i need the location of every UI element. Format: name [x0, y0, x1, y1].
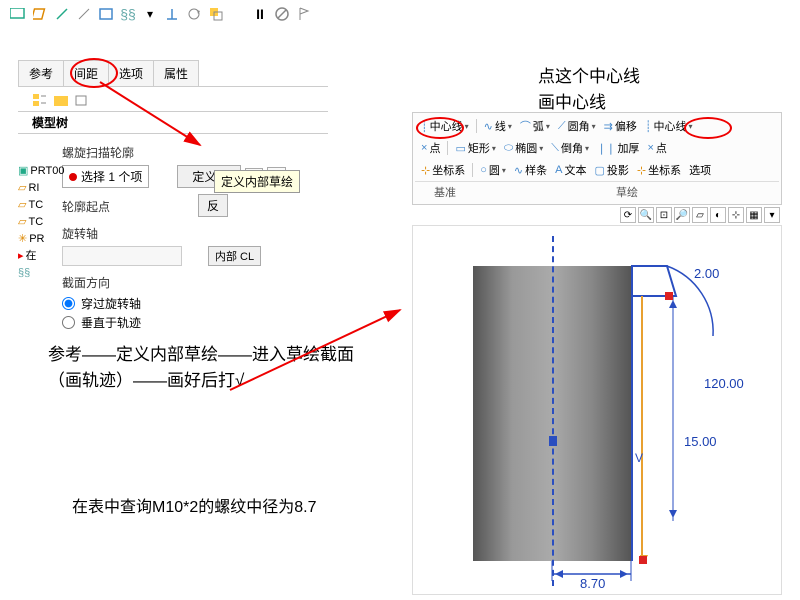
- view-toolbar: ⟳ 🔍 ⊡ 🔎 ▱ ◐ ⊹ ▦ ▾: [412, 205, 782, 225]
- perp-icon[interactable]: [162, 4, 182, 24]
- ribbon-group-sketch: 草绘: [475, 182, 779, 202]
- rb-centerline[interactable]: ┊ 中心线 ▾: [419, 117, 471, 135]
- red-dot-icon: [69, 173, 77, 181]
- line-icon[interactable]: [74, 4, 94, 24]
- rb-coord[interactable]: ⊹ 坐标系: [419, 161, 467, 179]
- tree-prt[interactable]: ▣ PRT00: [18, 163, 64, 180]
- axis-input[interactable]: [62, 246, 182, 266]
- rb-offset[interactable]: ⇉ 偏移: [602, 117, 639, 135]
- mini-cube-icon[interactable]: [74, 93, 92, 109]
- centerline-axis: [552, 236, 554, 586]
- sketch-canvas[interactable]: ▼ V 2.00 120.00 15.00 8.70: [412, 225, 782, 595]
- spiral-icon[interactable]: §§: [118, 4, 138, 24]
- annotation-top-right: 点这个中心线 画中心线: [538, 64, 640, 115]
- flag-icon[interactable]: [294, 4, 314, 24]
- sketch-icon[interactable]: [52, 4, 72, 24]
- handle-mid: [549, 436, 557, 446]
- top-toolbar: §§ ▾ II: [0, 0, 800, 28]
- right-panel: ┊ 中心线 ▾ ∿ 线 ▾ ⌒ 弧 ▾ ⟋ 圆角 ▾ ⇉ 偏移 ┊ 中心线 ▾ …: [412, 112, 782, 595]
- tab-spacing[interactable]: 间距: [63, 60, 109, 86]
- vt-zoom-in-icon[interactable]: 🔍: [638, 207, 654, 223]
- endpoint-2: [639, 556, 647, 564]
- ribbon-group-datum: 基准: [415, 182, 475, 202]
- rb-spline[interactable]: ∿ 样条: [512, 161, 549, 179]
- rb-arc[interactable]: ⌒ 弧 ▾: [518, 117, 552, 135]
- sketch-ribbon: ┊ 中心线 ▾ ∿ 线 ▾ ⌒ 弧 ▾ ⟋ 圆角 ▾ ⇉ 偏移 ┊ 中心线 ▾ …: [412, 112, 782, 205]
- radio-through-axis[interactable]: 穿过旋转轴: [62, 295, 328, 312]
- endpoint-1: [665, 292, 673, 300]
- mini-icon-bar: [18, 87, 328, 111]
- mini-folder-icon[interactable]: [53, 93, 71, 109]
- vt-axis-icon[interactable]: ⊹: [728, 207, 744, 223]
- rb-fillet[interactable]: ⟋ 圆角 ▾: [556, 117, 598, 135]
- dd-icon[interactable]: ▾: [140, 4, 160, 24]
- tooltip-define-sketch: 定义内部草绘: [214, 170, 300, 193]
- vt-zoom-fit-icon[interactable]: ⊡: [656, 207, 672, 223]
- rb-options[interactable]: 选项: [687, 161, 713, 179]
- section-sweep-profile: 螺旋扫描轮廓: [62, 144, 328, 161]
- selection-text: 选择 1 个项: [81, 168, 142, 185]
- mini-tree-icon[interactable]: [32, 93, 50, 109]
- vt-refresh-icon[interactable]: ⟳: [620, 207, 636, 223]
- rb-point2[interactable]: × 点: [645, 139, 668, 157]
- dim-120[interactable]: 120.00: [703, 376, 745, 391]
- tree-tc2[interactable]: ▱ TC: [18, 214, 64, 231]
- rb-chamfer[interactable]: ⟍ 倒角 ▾: [549, 139, 591, 157]
- edge-line: [631, 266, 633, 561]
- dim-870[interactable]: 8.70: [579, 576, 606, 591]
- radio-perp-trajectory[interactable]: 垂直于轨迹: [62, 314, 328, 331]
- vt-grid-icon[interactable]: ▦: [746, 207, 762, 223]
- rb-text[interactable]: A 文本: [553, 161, 588, 179]
- vt-dd-icon[interactable]: ▾: [764, 207, 780, 223]
- tree-pr[interactable]: ✳ PR: [18, 231, 64, 248]
- tree-label: 模型树: [18, 111, 328, 134]
- rb-line[interactable]: ∿ 线 ▾: [482, 117, 514, 135]
- cut-icon[interactable]: [206, 4, 226, 24]
- tab-reference[interactable]: 参考: [18, 60, 64, 86]
- panel-body: 螺旋扫描轮廓 选择 1 个项 定义... ⇄ ⓘ 轮廓起点 反 旋转轴 内部 C…: [18, 134, 328, 331]
- rb-rect[interactable]: ▭ 矩形 ▾: [453, 139, 497, 157]
- dim-15[interactable]: 15.00: [683, 434, 718, 449]
- rb-coord2[interactable]: ⊹ 坐标系: [635, 161, 683, 179]
- rb-centerline2[interactable]: ┊ 中心线 ▾: [643, 117, 695, 135]
- rb-ellipse[interactable]: ⬭ 椭圆 ▾: [502, 139, 545, 157]
- tree-helical[interactable]: §§: [18, 265, 64, 282]
- left-panel: 参考 间距 选项 属性 模型树 螺旋扫描轮廓 选择 1 个项 定义... ⇄ ⓘ…: [18, 60, 328, 333]
- model-tree: ▣ PRT00 ▱ RI ▱ TC ▱ TC ✳ PR ▸ 在 §§: [18, 163, 64, 282]
- box-icon[interactable]: [96, 4, 116, 24]
- rb-point[interactable]: × 点: [419, 139, 442, 157]
- inner-cl-button[interactable]: 内部 CL: [208, 246, 261, 266]
- section-direction: 截面方向: [62, 274, 328, 291]
- annotation-bottom: 在表中查询M10*2的螺纹中径为8.7: [72, 496, 392, 520]
- vt-plane-icon[interactable]: ▱: [692, 207, 708, 223]
- no-icon[interactable]: [272, 4, 292, 24]
- vt-zoom-out-icon[interactable]: 🔎: [674, 207, 690, 223]
- rot-icon[interactable]: [184, 4, 204, 24]
- pause-icon[interactable]: II: [250, 4, 270, 24]
- flip-button[interactable]: 反: [198, 194, 228, 217]
- orange-trajectory: [641, 296, 643, 558]
- tab-properties[interactable]: 属性: [153, 60, 199, 86]
- tab-bar: 参考 间距 选项 属性: [18, 60, 328, 87]
- tree-ri[interactable]: ▱ RI: [18, 180, 64, 197]
- rb-thicken[interactable]: ❘❘ 加厚: [595, 139, 641, 157]
- tab-options[interactable]: 选项: [108, 60, 154, 86]
- rb-proj[interactable]: ▢ 投影: [592, 161, 630, 179]
- annotation-mid: 参考——定义内部草绘——进入草绘截面（画轨迹）——画好后打√: [48, 342, 358, 393]
- tree-insert[interactable]: ▸ 在: [18, 248, 64, 265]
- tab-icon[interactable]: [8, 4, 28, 24]
- plane-icon[interactable]: [30, 4, 50, 24]
- rb-circle[interactable]: ○ 圆 ▾: [478, 161, 508, 179]
- selection-collector[interactable]: 选择 1 个项: [62, 165, 149, 188]
- section-start: 轮廓起点: [62, 198, 110, 215]
- vt-shade-icon[interactable]: ◐: [710, 207, 726, 223]
- section-axis: 旋转轴: [62, 225, 328, 242]
- tree-tc1[interactable]: ▱ TC: [18, 197, 64, 214]
- dim-2[interactable]: 2.00: [693, 266, 720, 281]
- v-label: V: [635, 451, 643, 465]
